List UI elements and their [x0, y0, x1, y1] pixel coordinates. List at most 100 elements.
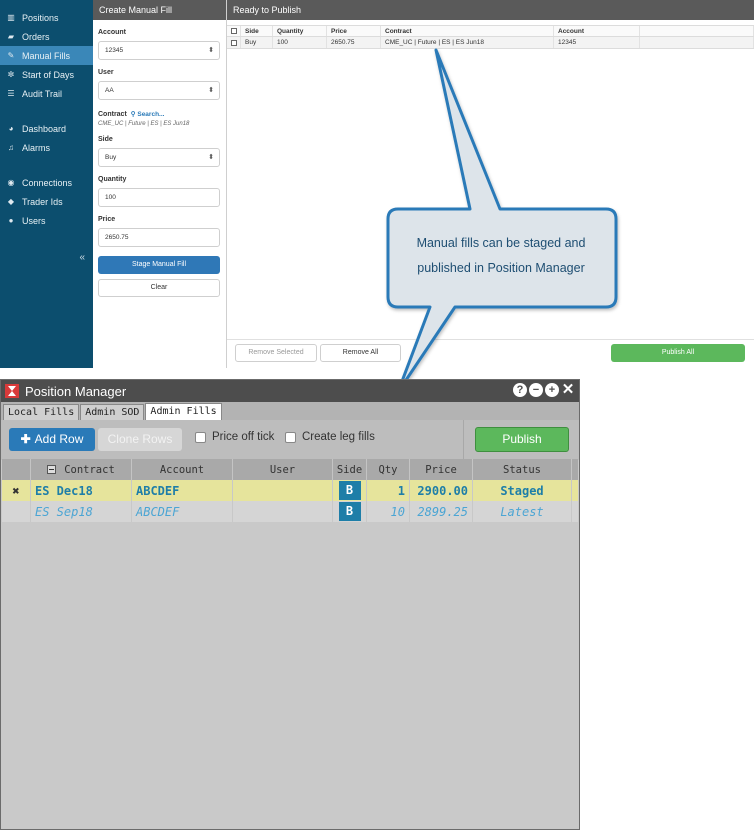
checkbox-label: Create leg fills — [302, 431, 375, 443]
publish-table: Side Quantity Price Contract Account Buy… — [227, 25, 754, 49]
publish-all-button[interactable]: Publish All — [611, 344, 745, 362]
price-off-tick-checkbox[interactable]: Price off tick — [195, 431, 274, 443]
cell-user[interactable] — [233, 480, 333, 501]
cell-user[interactable] — [233, 501, 333, 522]
sidebar: ▥ Positions ▰ Orders ✎ Manual Fills ✼ St… — [0, 0, 93, 368]
cell-account[interactable]: ABCDEF — [132, 501, 233, 522]
column-header-contract: Contract — [31, 459, 132, 480]
select-all-checkbox[interactable] — [227, 26, 241, 36]
sun-icon: ✼ — [7, 70, 15, 79]
sidebar-item-label: Orders — [22, 31, 50, 42]
select-all-checkbox[interactable] — [47, 465, 57, 474]
sidebar-item-label: Alarms — [22, 142, 51, 153]
column-header: Quantity — [273, 26, 327, 36]
column-header: Price — [327, 26, 381, 36]
sidebar-item-label: Positions — [22, 12, 59, 23]
cell-price[interactable]: 2899.25 — [410, 501, 473, 522]
tab-admin-fills[interactable]: Admin Fills — [145, 403, 222, 420]
sidebar-item-label: Users — [22, 215, 46, 226]
close-icon[interactable]: ✕ — [561, 382, 575, 397]
clone-rows-button[interactable]: Clone Rows — [98, 428, 182, 451]
table-row[interactable]: ✖ ES Dec18 ABCDEF B 1 2900.00 Staged — [2, 480, 578, 501]
cell-account[interactable]: ABCDEF — [132, 480, 233, 501]
user-icon: ● — [8, 216, 14, 225]
callout-line-1: Manual fills can be staged and — [416, 236, 586, 250]
search-icon: ⚲ — [130, 111, 136, 118]
side-label: Side — [98, 136, 113, 143]
checkbox-box[interactable] — [195, 431, 206, 443]
cell-contract[interactable]: ES Dec18 — [31, 480, 132, 501]
cell-contract: CME_UC | Future | ES | ES Jun18 — [381, 37, 554, 48]
minimize-icon[interactable]: − — [529, 383, 543, 397]
sidebar-item-trader-ids[interactable]: ◆ Trader Ids — [0, 192, 93, 211]
row-action-cell — [2, 501, 31, 522]
quantity-input[interactable]: 100 — [98, 188, 220, 207]
delete-row-icon[interactable]: ✖ — [2, 480, 31, 501]
cell-contract[interactable]: ES Sep18 — [31, 501, 132, 522]
panel-title: Create Manual Fill — [93, 0, 226, 20]
create-leg-fills-checkbox[interactable]: Create leg fills — [285, 431, 375, 443]
cell-qty[interactable]: 1 — [367, 480, 410, 501]
cell-qty[interactable]: 10 — [367, 501, 410, 522]
bell-icon: ♫ — [8, 143, 14, 152]
contract-search-link[interactable]: ⚲ Search... — [131, 110, 165, 118]
tab-bar: Local Fills Admin SOD Admin Fills — [1, 402, 579, 420]
sidebar-item-label: Start of Days — [22, 69, 75, 80]
sidebar-item-start-of-days[interactable]: ✼ Start of Days — [0, 65, 93, 84]
column-header-status: Status — [473, 459, 572, 480]
checkbox-box[interactable] — [285, 431, 296, 443]
contract-row: Contract ⚲ Search... — [98, 110, 226, 119]
stage-manual-fill-button[interactable]: Stage Manual Fill — [98, 256, 220, 274]
column-header: Contract — [381, 26, 554, 36]
cell-quantity: 100 — [273, 37, 327, 48]
table-row[interactable]: ES Sep18 ABCDEF B 10 2899.25 Latest — [2, 501, 578, 522]
row-checkbox[interactable] — [227, 37, 241, 48]
sidebar-item-alarms[interactable]: ♫ Alarms — [0, 138, 93, 157]
cell-side[interactable]: B — [333, 480, 367, 501]
sidebar-item-audit-trail[interactable]: ☰ Audit Trail — [0, 84, 93, 103]
maximize-icon[interactable]: + — [545, 383, 559, 397]
table-row[interactable]: Buy 100 2650.75 CME_UC | Future | ES | E… — [227, 37, 754, 49]
callout-line-2: published in Position Manager — [417, 261, 585, 275]
collapse-sidebar-icon[interactable]: « — [79, 252, 85, 263]
sidebar-item-label: Trader Ids — [22, 196, 63, 207]
cell-price: 2650.75 — [327, 37, 381, 48]
sidebar-item-connections[interactable]: ◉ Connections — [0, 173, 93, 192]
tab-local-fills[interactable]: Local Fills — [3, 404, 80, 420]
side-value: Buy — [105, 154, 117, 161]
account-select[interactable]: 12345 ⬍ — [98, 41, 220, 60]
panel-title: Ready to Publish — [227, 0, 754, 20]
add-row-button[interactable]: ✚ Add Row — [9, 428, 95, 451]
cell-price[interactable]: 2900.00 — [410, 480, 473, 501]
clear-button[interactable]: Clear — [98, 279, 220, 297]
sidebar-item-positions[interactable]: ▥ Positions — [0, 8, 93, 27]
bar-chart-icon: ▥ — [7, 13, 15, 22]
sidebar-item-dashboard[interactable]: ◕ Dashboard — [0, 119, 93, 138]
globe-icon: ◉ — [7, 178, 15, 187]
column-header-label: Contract — [64, 463, 115, 476]
plus-icon: ✚ — [20, 432, 31, 446]
side-badge: B — [338, 502, 361, 521]
user-select[interactable]: AA ⬍ — [98, 81, 220, 100]
checkbox-label: Price off tick — [212, 431, 275, 443]
cell-account: 12345 — [554, 37, 640, 48]
price-input[interactable]: 2650.75 — [98, 228, 220, 247]
side-select[interactable]: Buy ⬍ — [98, 148, 220, 167]
search-link-label: Search... — [137, 111, 165, 118]
pencil-icon: ✎ — [7, 51, 15, 60]
cell-side[interactable]: B — [333, 501, 367, 522]
sidebar-item-users[interactable]: ● Users — [0, 211, 93, 230]
sidebar-item-label: Connections — [22, 177, 73, 188]
help-icon[interactable]: ? — [513, 383, 527, 397]
remove-selected-button[interactable]: Remove Selected — [235, 344, 317, 362]
publish-button[interactable]: Publish — [475, 427, 569, 452]
contract-label: Contract — [98, 110, 127, 118]
tab-admin-sod[interactable]: Admin SOD — [80, 404, 145, 420]
select-caret-icon: ⬍ — [208, 87, 214, 94]
row-action-header — [2, 459, 31, 480]
remove-all-button[interactable]: Remove All — [320, 344, 401, 362]
sidebar-top-pad — [0, 0, 93, 8]
sidebar-item-manual-fills[interactable]: ✎ Manual Fills — [0, 46, 93, 65]
sidebar-item-orders[interactable]: ▰ Orders — [0, 27, 93, 46]
app-logo-icon — [5, 384, 19, 398]
